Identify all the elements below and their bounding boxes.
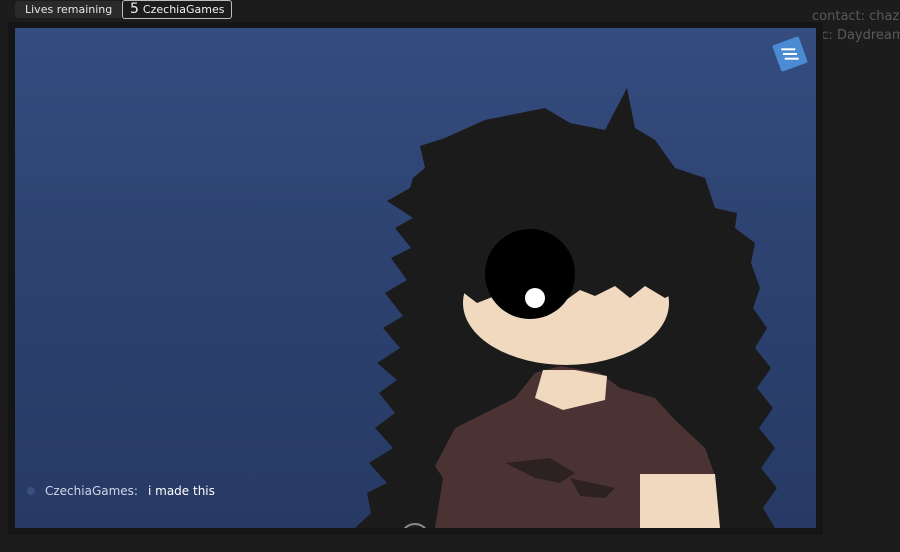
game-canvas[interactable]: CzechiaGames: i made this [15, 28, 816, 528]
character-scene [355, 88, 777, 528]
right-arm [640, 474, 720, 528]
side-info: contact: chazu music: Daydream [812, 7, 900, 45]
top-hud: Lives remaining 5 CzechiaGames [0, 0, 900, 20]
contact-text: contact: chazu [812, 9, 900, 24]
chat-username: CzechiaGames: [45, 484, 138, 498]
music-text: music: Daydream [812, 28, 900, 43]
lives-count: 5 [130, 1, 139, 17]
lives-counter: 5 CzechiaGames [122, 0, 233, 19]
lives-remaining-label: Lives remaining [15, 1, 123, 18]
chat-avatar-dot [27, 487, 35, 495]
player-name: CzechiaGames [142, 3, 225, 16]
chat-message: i made this [147, 484, 215, 498]
chat-line: CzechiaGames: i made this [27, 481, 215, 501]
eye-highlight [525, 288, 545, 308]
